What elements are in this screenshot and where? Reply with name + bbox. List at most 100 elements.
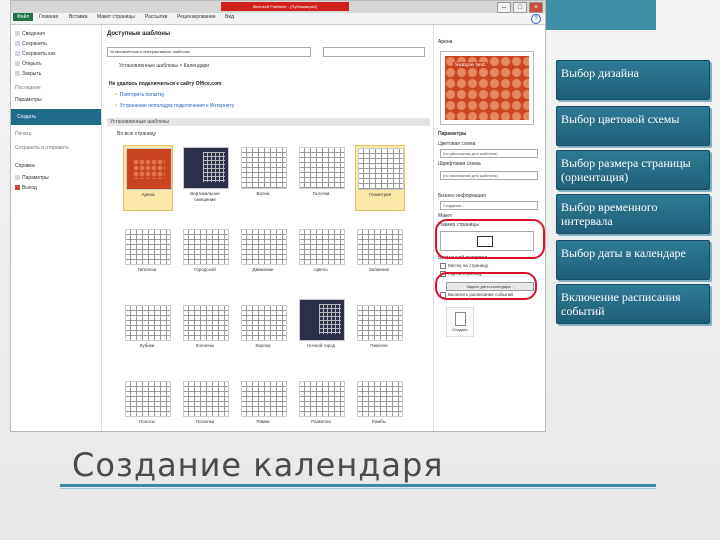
feature-color-scheme: Выбор цветовой схемы: [556, 106, 710, 146]
template-thumbnail: [299, 381, 345, 417]
tab-mailings[interactable]: Рассылки: [145, 14, 167, 20]
nav-share[interactable]: Сохранить и отправить: [15, 145, 69, 151]
template-thumbnail: [358, 148, 404, 190]
template-label: Посылки: [195, 419, 215, 424]
installed-templates-header: Установленные шаблоны: [107, 118, 430, 126]
template-label: Цветы: [314, 267, 328, 272]
nav-new[interactable]: Создать: [11, 109, 101, 125]
template-item[interactable]: Вертикальное смещение: [181, 145, 229, 209]
template-label: Рамки: [256, 419, 270, 424]
business-info-select[interactable]: Создание...: [440, 201, 538, 210]
template-thumbnail: [241, 229, 287, 265]
template-item[interactable]: Ночной город: [297, 297, 345, 361]
font-scheme-select[interactable]: (по умолчанию для шаблона): [440, 171, 538, 180]
ribbon-tabs: Файл Главная Вставка Макет страницы Расс…: [11, 13, 545, 25]
nav-save[interactable]: Сохранить: [15, 41, 47, 47]
template-thumbnail: [126, 148, 172, 190]
template-item[interactable]: Галочки: [297, 145, 345, 209]
maximize-icon[interactable]: □: [513, 2, 527, 13]
close-doc-icon: [15, 71, 20, 77]
info-icon: [15, 31, 20, 37]
nav-recent[interactable]: Последние: [15, 85, 41, 91]
full-page-subheader: Во всю страницу: [117, 131, 157, 137]
template-label: Геометрия: [368, 192, 392, 197]
template-thumbnail: [299, 229, 345, 265]
template-label: Кубики: [139, 343, 155, 348]
template-thumbnail: [357, 381, 403, 417]
title-underline: [60, 484, 656, 487]
new-document-icon: [455, 312, 466, 326]
exit-icon: [15, 185, 20, 191]
nav-options[interactable]: Параметры: [15, 175, 49, 181]
template-item[interactable]: Корона: [239, 297, 287, 361]
retry-link[interactable]: Повторить попытку: [115, 92, 165, 98]
nav-exit[interactable]: Выход: [15, 185, 37, 191]
feature-timeframe: Выбор временного интервала: [556, 194, 710, 234]
template-item[interactable]: Посылки: [181, 373, 229, 431]
template-item[interactable]: Гипотеза: [123, 221, 171, 285]
tab-home[interactable]: Главная: [39, 14, 58, 20]
slide-title: Создание календаря: [72, 446, 444, 484]
one-month-radio[interactable]: Месяц на страницу: [440, 263, 488, 269]
template-label: Разметка: [311, 419, 331, 424]
minimize-icon[interactable]: –: [497, 2, 511, 13]
template-thumbnail: [241, 147, 287, 189]
template-item[interactable]: Геометрия: [355, 145, 405, 211]
create-button[interactable]: Создать: [446, 307, 474, 337]
template-search-input[interactable]: [323, 47, 425, 57]
tab-insert[interactable]: Вставка: [69, 14, 88, 20]
title-bar: Microsoft Publisher - [Публикация1] – □ …: [11, 1, 545, 13]
templates-source-select[interactable]: Установленные и интерактивные шаблоны: [107, 47, 311, 57]
help-icon[interactable]: ?: [531, 14, 541, 24]
template-thumbnail: [299, 299, 345, 341]
template-thumbnail: [183, 305, 229, 341]
feature-schedule: Включение расписания событий: [556, 284, 710, 324]
tab-view[interactable]: Вид: [225, 14, 234, 20]
template-thumbnail: [299, 147, 345, 189]
template-item[interactable]: Рамки: [239, 373, 287, 431]
business-info-label: Бизнес-информация: [438, 193, 486, 199]
template-item[interactable]: Колонны: [181, 297, 229, 361]
template-item[interactable]: Затмение: [355, 221, 403, 285]
close-icon[interactable]: ×: [529, 2, 543, 13]
tab-page-layout[interactable]: Макет страницы: [97, 14, 135, 20]
breadcrumb[interactable]: Установленные шаблоны > Календари: [119, 63, 209, 69]
nav-close[interactable]: Закрыть: [15, 71, 41, 77]
template-item[interactable]: Арена: [123, 145, 173, 211]
nav-print[interactable]: Печать: [15, 131, 31, 137]
tab-file[interactable]: Файл: [13, 13, 34, 21]
template-thumbnail: [183, 381, 229, 417]
template-item[interactable]: Волна: [239, 145, 287, 209]
highlight-timeframe: [435, 272, 537, 300]
window-title: Microsoft Publisher - [Публикация1]: [221, 2, 349, 11]
template-item[interactable]: Движение: [239, 221, 287, 285]
nav-open[interactable]: Открыть: [15, 61, 42, 67]
tab-review[interactable]: Рецензирование: [177, 14, 216, 20]
options-icon: [15, 175, 20, 181]
template-label: Городской: [194, 267, 216, 272]
backstage-nav: Сведения Сохранить Сохранить как Открыть…: [11, 25, 102, 431]
template-item[interactable]: Ромбы: [355, 373, 403, 431]
template-item[interactable]: Полосы: [123, 373, 171, 431]
template-item[interactable]: Кубики: [123, 297, 171, 361]
color-scheme-label: Цветовая схема: [438, 141, 476, 147]
nav-save-as[interactable]: Сохранить как: [15, 51, 56, 57]
troubleshoot-link[interactable]: Устранение неполадок подключения к Интер…: [115, 103, 234, 109]
color-scheme-select[interactable]: (по умолчанию для шаблона): [440, 149, 538, 158]
save-as-icon: [15, 51, 20, 57]
template-item[interactable]: Пиксели: [355, 297, 403, 361]
template-label: Движение: [252, 267, 274, 272]
template-item[interactable]: Городской: [181, 221, 229, 285]
template-item[interactable]: Цветы: [297, 221, 345, 285]
template-thumbnail: [357, 305, 403, 341]
template-thumbnail: [183, 229, 229, 265]
nav-recent-sub[interactable]: Параметры: [15, 97, 42, 103]
template-label: Затмение: [368, 267, 390, 272]
template-preview: Sample text: [440, 51, 534, 125]
nav-help[interactable]: Справка: [15, 163, 35, 169]
title-underline-thin: [60, 488, 656, 489]
template-label: Вертикальное смещение: [190, 191, 220, 202]
nav-info[interactable]: Сведения: [15, 31, 45, 37]
template-label: Пиксели: [370, 343, 388, 348]
template-item[interactable]: Разметка: [297, 373, 345, 431]
